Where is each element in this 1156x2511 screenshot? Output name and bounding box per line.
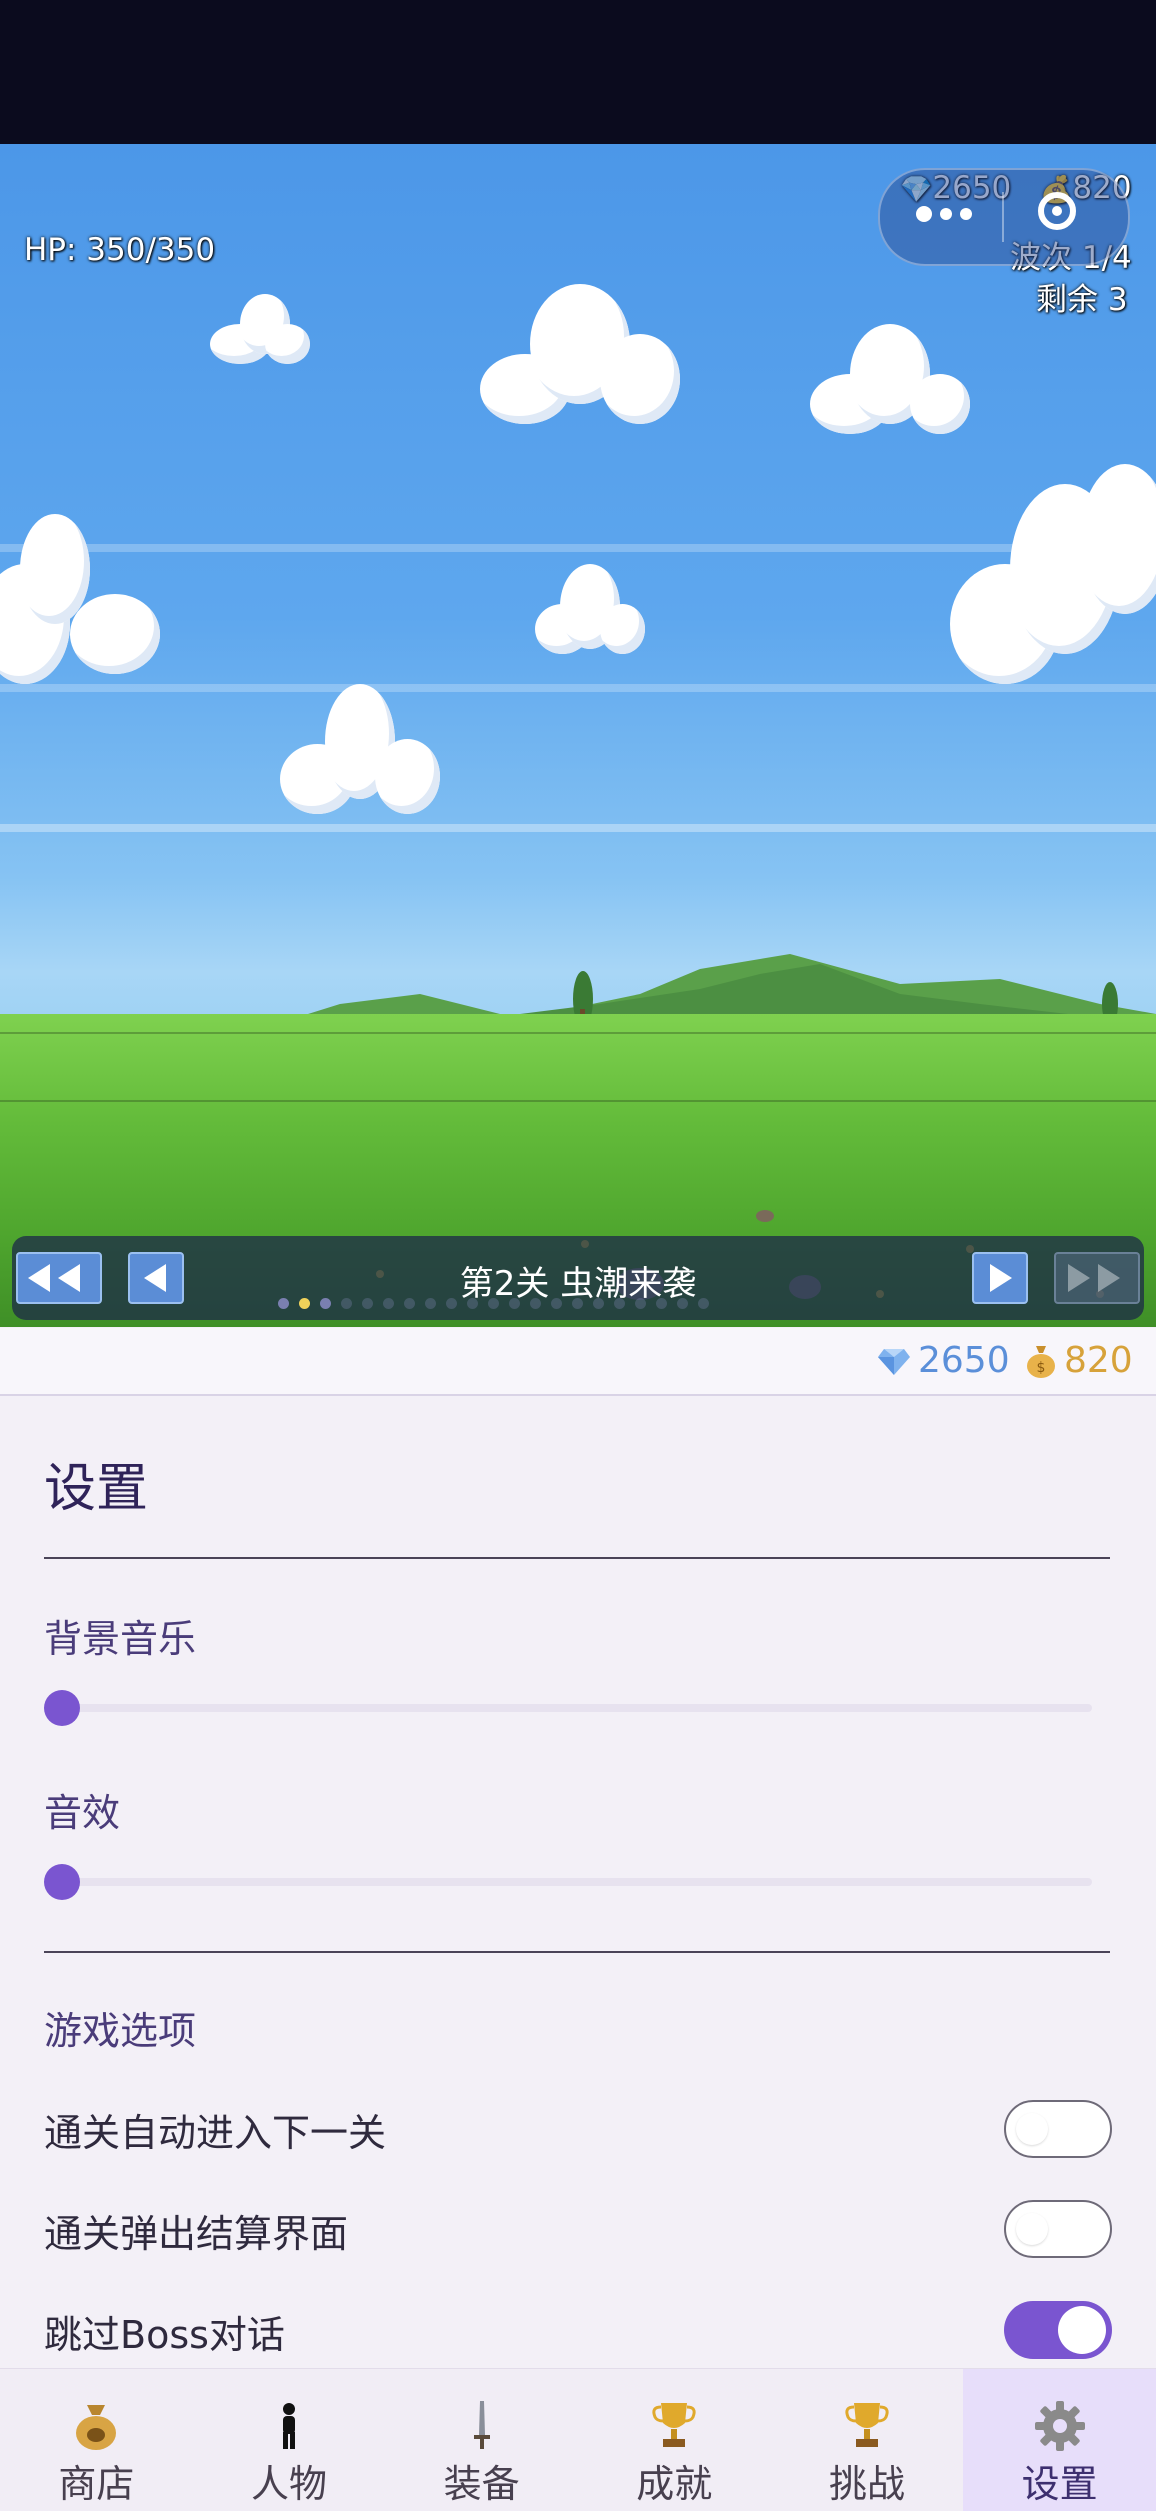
cloud	[535, 564, 645, 654]
slider-thumb[interactable]	[44, 1864, 80, 1900]
last-level-button[interactable]	[1054, 1252, 1140, 1304]
cloud	[280, 684, 440, 814]
bottom-nav: 商店 人物 装备 成就 挑战 设置	[0, 2368, 1156, 2511]
nav-achievements[interactable]: 成就	[578, 2369, 771, 2511]
nav-shop[interactable]: 商店	[0, 2369, 193, 2511]
auto-next-level-toggle[interactable]	[1004, 2100, 1112, 2158]
bgm-label: 背景音乐	[44, 1617, 197, 1661]
show-result-toggle[interactable]	[1004, 2200, 1112, 2258]
person-icon	[282, 2403, 295, 2449]
divider	[44, 1951, 1110, 1953]
cloud	[950, 464, 1156, 694]
sfx-label: 音效	[44, 1791, 121, 1835]
more-icon[interactable]	[916, 206, 972, 222]
sky-stripe	[0, 824, 1156, 832]
status-bar	[0, 0, 1156, 144]
gear-icon	[1034, 2401, 1085, 2451]
remaining-enemies: 剩余 3	[1036, 282, 1128, 318]
level-selector: 第2关 虫潮来袭	[12, 1236, 1144, 1320]
nav-equipment[interactable]: 装备	[385, 2369, 578, 2511]
cloud	[0, 514, 180, 684]
money-bag-icon: $	[1027, 1345, 1055, 1378]
trophy-icon	[652, 2403, 696, 2447]
double-right-icon	[1068, 1264, 1090, 1292]
game-options-label: 游戏选项	[44, 2009, 197, 2053]
sfx-slider[interactable]	[44, 1864, 1092, 1900]
show-result-label: 通关弹出结算界面	[44, 2212, 349, 2256]
settings-panel: 设置 背景音乐 音效 游戏选项 通关自动进入下一关 通关弹出结算界面 跳过Bos…	[0, 1396, 1156, 2368]
next-level-button[interactable]	[972, 1252, 1028, 1304]
level-page-dots	[278, 1298, 709, 1309]
nav-challenge[interactable]: 挑战	[771, 2369, 964, 2511]
nav-character[interactable]: 人物	[193, 2369, 386, 2511]
hp-readout: HP: 350/350	[24, 232, 216, 268]
page-title: 设置	[44, 1459, 149, 1519]
nav-settings[interactable]: 设置	[963, 2369, 1156, 2511]
sword-icon	[473, 2401, 490, 2449]
auto-next-level-label: 通关自动进入下一关	[44, 2111, 387, 2155]
nav-label: 挑战	[828, 2462, 905, 2506]
game-scene[interactable]: HP: 350/350 💎2650 💰820 波次 1/4 剩余 3 第2关 虫…	[0, 144, 1156, 1327]
nav-label: 成就	[636, 2462, 713, 2506]
currency-bar: 2650 $ 820	[0, 1328, 1156, 1396]
skip-boss-dialog-toggle[interactable]	[1004, 2301, 1112, 2359]
nav-label: 设置	[1021, 2462, 1098, 2506]
trophy-icon	[845, 2403, 889, 2447]
slider-thumb[interactable]	[44, 1690, 80, 1726]
close-target-icon[interactable]	[1038, 192, 1076, 230]
divider	[44, 1557, 1110, 1559]
diamond-icon	[878, 1348, 910, 1375]
cloud	[810, 324, 970, 434]
svg-text:$: $	[1037, 1360, 1046, 1376]
gems-display: 2650	[878, 1340, 1010, 1381]
bgm-slider[interactable]	[44, 1690, 1092, 1726]
skip-boss-dialog-label: 跳过Boss对话	[44, 2313, 285, 2357]
cloud	[210, 294, 310, 364]
nav-label: 商店	[58, 2462, 135, 2506]
nav-label: 装备	[443, 2462, 520, 2506]
miniprogram-capsule	[878, 168, 1130, 266]
right-arrow-icon	[990, 1264, 1012, 1292]
nav-label: 人物	[250, 2462, 327, 2506]
money-bag-icon	[76, 2405, 117, 2450]
gold-display: $ 820	[1026, 1340, 1133, 1381]
cloud	[480, 284, 680, 424]
